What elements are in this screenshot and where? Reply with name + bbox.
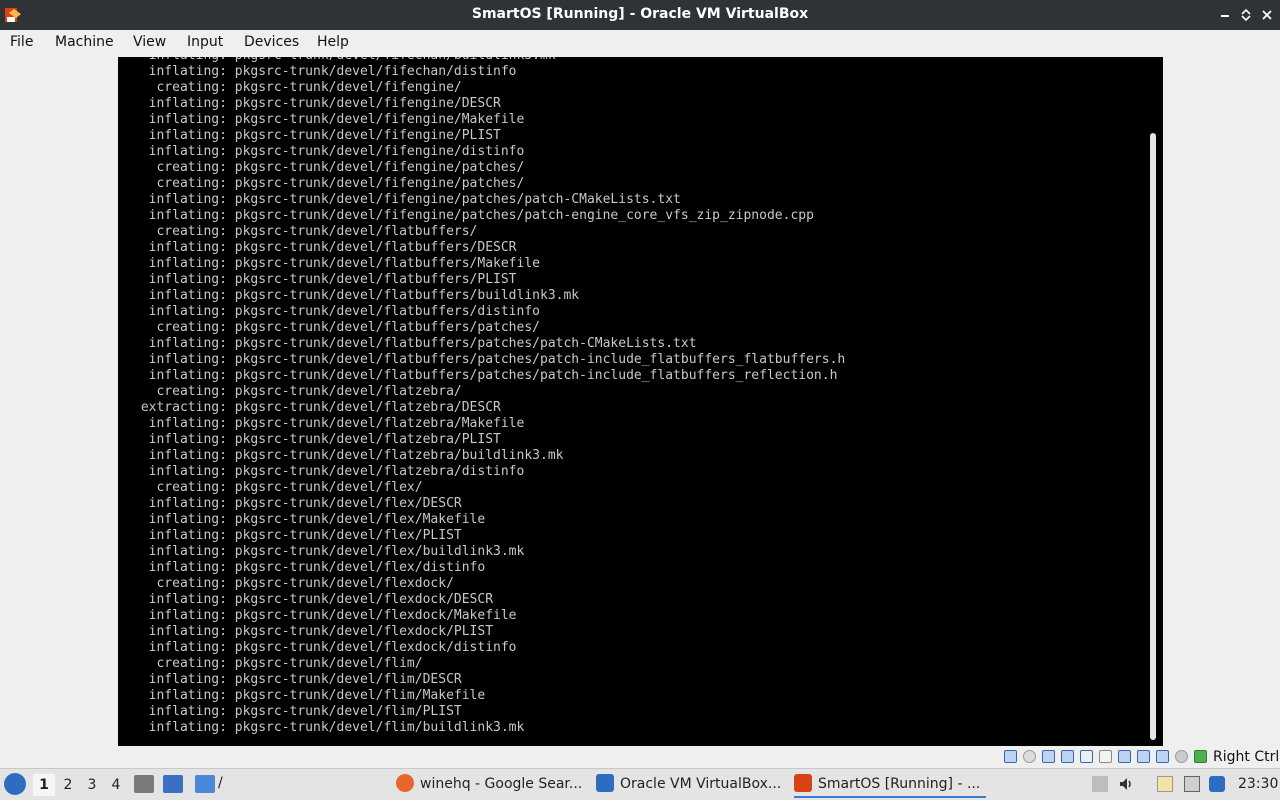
console-line: inflating: pkgsrc-trunk/devel/flatzebra/… (133, 432, 501, 447)
optical-drive-icon[interactable] (1023, 750, 1036, 763)
console-line: inflating: pkgsrc-trunk/devel/flatzebra/… (133, 464, 525, 479)
mouse-integration-icon[interactable] (1175, 750, 1188, 763)
console-line: creating: pkgsrc-trunk/devel/flexdock/ (133, 576, 454, 591)
console-line: inflating: pkgsrc-trunk/devel/flex/disti… (133, 560, 486, 575)
console-line: inflating: pkgsrc-trunk/devel/fifengine/… (133, 128, 501, 143)
update-notifier-icon[interactable] (1209, 776, 1225, 792)
console-line: extracting: pkgsrc-trunk/devel/flatzebra… (133, 400, 501, 415)
workspace-2[interactable]: 2 (57, 774, 79, 796)
network-tray-icon[interactable] (1184, 776, 1200, 792)
menu-devices[interactable]: Devices (242, 34, 301, 50)
console-line: inflating: pkgsrc-trunk/devel/flatbuffer… (133, 368, 838, 383)
video-capture-icon[interactable] (1137, 750, 1150, 763)
hard-disk-icon[interactable] (1004, 750, 1017, 763)
console-line: inflating: pkgsrc-trunk/devel/flatbuffer… (133, 256, 540, 271)
clipboard-icon[interactable] (1157, 776, 1173, 792)
console-line: inflating: pkgsrc-trunk/devel/flex/Makef… (133, 512, 486, 527)
console-line: inflating: pkgsrc-trunk/devel/flim/PLIST (133, 704, 462, 719)
folder-launcher-label: / (218, 775, 223, 791)
console-line: inflating: pkgsrc-trunk/devel/fifengine/… (133, 208, 814, 223)
cpu-icon[interactable] (1156, 750, 1169, 763)
shared-folders-icon[interactable] (1099, 750, 1112, 763)
workspace-1[interactable]: 1 (33, 774, 55, 796)
console-line: inflating: pkgsrc-trunk/devel/flatbuffer… (133, 352, 846, 367)
console-line: inflating: pkgsrc-trunk/devel/fifengine/… (133, 144, 525, 159)
console-line: creating: pkgsrc-trunk/devel/flatbuffers… (133, 320, 540, 335)
console-scrollbar[interactable] (1150, 133, 1156, 740)
workspace-4[interactable]: 4 (105, 774, 127, 796)
console-line: inflating: pkgsrc-trunk/devel/flex/PLIST (133, 528, 462, 543)
menu-view[interactable]: View (131, 34, 168, 50)
task-virtualbox-manager[interactable]: Oracle VM VirtualBox... (596, 771, 786, 798)
console-line: inflating: pkgsrc-trunk/devel/flexdock/P… (133, 624, 494, 639)
console-line: inflating: pkgsrc-trunk/devel/flatzebra/… (133, 448, 564, 463)
console-line: inflating: pkgsrc-trunk/devel/fifengine/… (133, 112, 525, 127)
task-smartos-vm[interactable]: SmartOS [Running] - ... (794, 771, 986, 798)
close-icon[interactable] (1258, 5, 1276, 25)
start-menu-icon[interactable] (4, 773, 26, 795)
virtualbox-vm-icon (794, 774, 812, 792)
console-line: inflating: pkgsrc-trunk/devel/flexdock/M… (133, 608, 517, 623)
keyboard-icon[interactable] (1194, 750, 1207, 763)
console-line: creating: pkgsrc-trunk/devel/flatzebra/ (133, 384, 462, 399)
host-key-label: Right Ctrl (1213, 749, 1280, 765)
task-label: winehq - Google Sear... (420, 776, 583, 792)
menu-machine[interactable]: Machine (53, 34, 116, 50)
console-line: creating: pkgsrc-trunk/devel/fifengine/ (133, 80, 462, 95)
vm-console[interactable]: inflating: pkgsrc-trunk/devel/fifechan/b… (118, 57, 1163, 746)
console-line: inflating: pkgsrc-trunk/devel/fifechan/b… (133, 57, 845, 64)
firefox-icon (396, 774, 414, 792)
restore-icon[interactable] (1237, 5, 1255, 25)
minimize-icon[interactable] (1216, 5, 1234, 25)
console-line: inflating: pkgsrc-trunk/devel/fifechan/d… (133, 64, 517, 79)
task-label: Oracle VM VirtualBox... (620, 776, 782, 792)
clock[interactable]: 23:30 (1238, 776, 1278, 792)
console-line: inflating: pkgsrc-trunk/devel/flatbuffer… (133, 272, 517, 287)
virtualbox-manager-icon (596, 774, 614, 792)
console-line: creating: pkgsrc-trunk/devel/fifengine/p… (133, 176, 525, 191)
folder-launcher-icon[interactable] (195, 775, 215, 793)
console-output: inflating: pkgsrc-trunk/devel/fifechan/b… (133, 57, 845, 736)
usb-icon[interactable] (1080, 750, 1093, 763)
console-line: inflating: pkgsrc-trunk/devel/flex/build… (133, 544, 525, 559)
console-line: inflating: pkgsrc-trunk/devel/flatbuffer… (133, 304, 540, 319)
taskbar: 1 2 3 4 / winehq - Google Sear... Oracle… (0, 768, 1280, 800)
window-titlebar[interactable]: SmartOS [Running] - Oracle VM VirtualBox (0, 0, 1280, 30)
audio-icon[interactable] (1042, 750, 1055, 763)
vm-status-bar: Right Ctrl (0, 746, 1280, 768)
console-line: inflating: pkgsrc-trunk/devel/flatbuffer… (133, 240, 517, 255)
console-line: inflating: pkgsrc-trunk/devel/flim/build… (133, 720, 525, 735)
menu-bar: File Machine View Input Devices Help (0, 30, 1280, 56)
console-line: inflating: pkgsrc-trunk/devel/fifengine/… (133, 192, 681, 207)
console-line: inflating: pkgsrc-trunk/devel/flim/Makef… (133, 688, 486, 703)
task-label: SmartOS [Running] - ... (818, 776, 981, 792)
menu-help[interactable]: Help (315, 34, 351, 50)
volume-icon[interactable] (1118, 776, 1134, 792)
display-icon[interactable] (1118, 750, 1131, 763)
window-title: SmartOS [Running] - Oracle VM VirtualBox (471, 6, 809, 22)
file-manager-launcher-icon[interactable] (134, 775, 154, 793)
console-line: inflating: pkgsrc-trunk/devel/flexdock/d… (133, 640, 517, 655)
console-line: creating: pkgsrc-trunk/devel/fifengine/p… (133, 160, 525, 175)
menu-file[interactable]: File (8, 34, 35, 50)
console-line: creating: pkgsrc-trunk/devel/flex/ (133, 480, 423, 495)
console-line: inflating: pkgsrc-trunk/devel/flex/DESCR (133, 496, 462, 511)
console-line: creating: pkgsrc-trunk/devel/flatbuffers… (133, 224, 478, 239)
console-line: inflating: pkgsrc-trunk/devel/flatzebra/… (133, 416, 525, 431)
removable-media-icon[interactable] (1092, 776, 1108, 792)
console-line: inflating: pkgsrc-trunk/devel/flatbuffer… (133, 288, 580, 303)
console-line: inflating: pkgsrc-trunk/devel/flatbuffer… (133, 336, 697, 351)
task-firefox[interactable]: winehq - Google Sear... (396, 771, 586, 798)
network-icon[interactable] (1061, 750, 1074, 763)
console-line: inflating: pkgsrc-trunk/devel/flexdock/D… (133, 592, 494, 607)
menu-input[interactable]: Input (185, 34, 225, 50)
desktop-launcher-icon[interactable] (163, 775, 183, 793)
console-line: inflating: pkgsrc-trunk/devel/fifengine/… (133, 96, 501, 111)
console-line: creating: pkgsrc-trunk/devel/flim/ (133, 656, 423, 671)
workspace-3[interactable]: 3 (81, 774, 103, 796)
console-line: inflating: pkgsrc-trunk/devel/flim/DESCR (133, 672, 462, 687)
